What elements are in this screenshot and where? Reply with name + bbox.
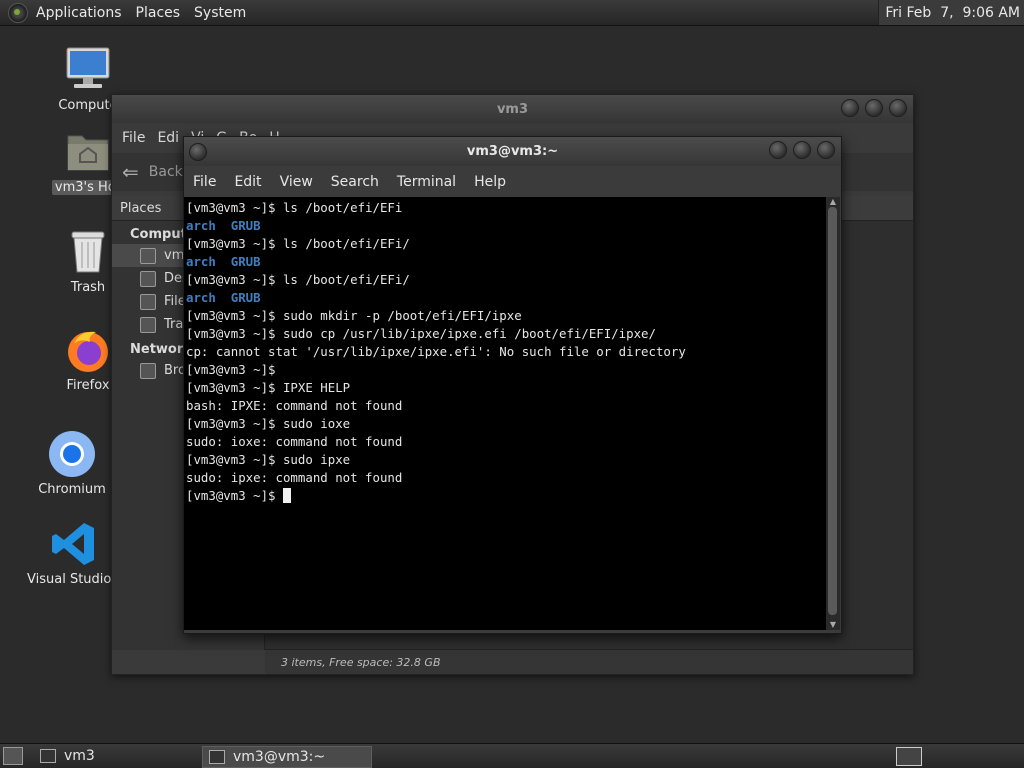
desktop-icon-chromium[interactable]: Chromium bbox=[24, 430, 120, 497]
scrollbar-thumb[interactable] bbox=[828, 207, 837, 615]
desktop-icon-vscode[interactable]: Visual Studio Co bbox=[24, 520, 133, 587]
terminal-line: [vm3@vm3 ~]$ IPXE HELP bbox=[186, 380, 351, 395]
sidebar-item-label: Tra bbox=[164, 317, 184, 332]
menu-view[interactable]: View bbox=[280, 174, 313, 190]
system-menu[interactable]: System bbox=[192, 5, 254, 21]
terminal-menubar: File Edit View Search Terminal Help bbox=[184, 166, 841, 197]
terminal-prompt: [vm3@vm3 ~]$ bbox=[186, 488, 283, 503]
show-desktop-icon[interactable] bbox=[3, 747, 23, 765]
terminal-line: cp: cannot stat '/usr/lib/ipxe/ipxe.efi'… bbox=[186, 344, 686, 359]
maximize-button[interactable] bbox=[865, 99, 883, 117]
text-cursor bbox=[282, 488, 291, 503]
scroll-down-icon[interactable]: ▼ bbox=[826, 620, 840, 630]
back-button[interactable]: ⇐ Back bbox=[122, 160, 183, 184]
trash-icon bbox=[64, 228, 112, 276]
desktop-folder-icon bbox=[140, 270, 156, 287]
window-menu-button[interactable] bbox=[189, 143, 207, 161]
terminal-line: [vm3@vm3 ~]$ sudo mkdir -p /boot/efi/EFI… bbox=[186, 308, 522, 323]
folder-icon bbox=[40, 749, 56, 763]
terminal-line: [vm3@vm3 ~]$ ls /boot/efi/EFi/ bbox=[186, 272, 410, 287]
home-folder-icon bbox=[64, 128, 112, 176]
window-title: vm3@vm3:~ bbox=[466, 144, 559, 159]
terminal-line: arch GRUB bbox=[186, 290, 261, 305]
distro-logo-icon[interactable] bbox=[8, 2, 28, 23]
terminal-scrollbar[interactable]: ▲ ▼ bbox=[826, 197, 840, 630]
terminal-line: sudo: ipxe: command not found bbox=[186, 470, 403, 485]
file-manager-titlebar[interactable]: vm3 bbox=[112, 95, 913, 123]
scroll-up-icon[interactable]: ▲ bbox=[826, 197, 840, 207]
terminal-line: [vm3@vm3 ~]$ sudo ipxe bbox=[186, 452, 351, 467]
clock[interactable]: Fri Feb 7, 9:06 AM bbox=[878, 0, 1024, 25]
terminal-line: [vm3@vm3 ~]$ bbox=[186, 362, 276, 377]
workspace-switcher[interactable] bbox=[896, 747, 922, 766]
menu-terminal[interactable]: Terminal bbox=[397, 174, 456, 190]
terminal-window[interactable]: vm3@vm3:~ File Edit View Search Terminal… bbox=[183, 136, 842, 634]
terminal-titlebar[interactable]: vm3@vm3:~ bbox=[184, 137, 841, 166]
places-menu[interactable]: Places bbox=[134, 5, 189, 21]
taskbar-item-label: vm3 bbox=[64, 748, 95, 764]
desktop-icon-label: Firefox bbox=[66, 378, 110, 393]
taskbar-item-terminal[interactable]: vm3@vm3:~ bbox=[202, 746, 372, 768]
back-label: Back bbox=[148, 164, 183, 180]
terminal-line: [vm3@vm3 ~]$ ls /boot/efi/EFi bbox=[186, 200, 403, 215]
terminal-line: arch GRUB bbox=[186, 218, 261, 233]
minimize-button[interactable] bbox=[769, 141, 787, 159]
desktop-icon-label: Trash bbox=[70, 280, 106, 295]
home-icon bbox=[140, 247, 156, 264]
chromium-icon bbox=[48, 430, 96, 478]
desktop-icon-label: Chromium bbox=[38, 482, 106, 497]
terminal-line: [vm3@vm3 ~]$ ls /boot/efi/EFi/ bbox=[186, 236, 410, 251]
maximize-button[interactable] bbox=[793, 141, 811, 159]
network-icon bbox=[140, 362, 156, 379]
terminal-prompt-line: [vm3@vm3 ~]$ bbox=[186, 487, 826, 505]
terminal-line: bash: IPXE: command not found bbox=[186, 398, 403, 413]
terminal-line: arch GRUB bbox=[186, 254, 261, 269]
applications-menu[interactable]: Applications bbox=[34, 5, 130, 21]
arrow-left-icon: ⇐ bbox=[122, 160, 139, 184]
terminal-line: sudo: ioxe: command not found bbox=[186, 434, 403, 449]
menu-edit[interactable]: Edi bbox=[157, 130, 179, 146]
menu-search[interactable]: Search bbox=[331, 174, 379, 190]
window-title: vm3 bbox=[496, 101, 529, 117]
taskbar-item-file-manager[interactable]: vm3 bbox=[34, 746, 202, 766]
top-panel: Applications Places System Fri Feb 7, 9:… bbox=[0, 0, 1024, 26]
taskbar-item-label: vm3@vm3:~ bbox=[233, 749, 326, 765]
trash-icon bbox=[140, 316, 156, 333]
places-header-label: Places bbox=[120, 200, 162, 216]
drive-icon bbox=[140, 293, 156, 310]
close-button[interactable] bbox=[817, 141, 835, 159]
close-button[interactable] bbox=[889, 99, 907, 117]
firefox-icon bbox=[64, 326, 112, 374]
terminal-icon bbox=[209, 750, 225, 764]
menu-edit[interactable]: Edit bbox=[234, 174, 261, 190]
terminal-output[interactable]: [vm3@vm3 ~]$ ls /boot/efi/EFi arch GRUB [v… bbox=[184, 197, 826, 630]
menu-help[interactable]: Help bbox=[474, 174, 506, 190]
minimize-button[interactable] bbox=[841, 99, 859, 117]
computer-icon bbox=[64, 46, 112, 94]
vscode-icon bbox=[50, 520, 98, 568]
terminal-line: [vm3@vm3 ~]$ sudo ioxe bbox=[186, 416, 351, 431]
bottom-panel: vm3 vm3@vm3:~ bbox=[0, 743, 1024, 768]
terminal-line: [vm3@vm3 ~]$ sudo cp /usr/lib/ipxe/ipxe.… bbox=[186, 326, 656, 341]
menu-file[interactable]: File bbox=[122, 130, 145, 146]
status-bar: 3 items, Free space: 32.8 GB bbox=[265, 649, 913, 674]
menu-file[interactable]: File bbox=[193, 174, 216, 190]
terminal-lines: [vm3@vm3 ~]$ ls /boot/efi/EFi arch GRUB [v… bbox=[184, 197, 826, 505]
